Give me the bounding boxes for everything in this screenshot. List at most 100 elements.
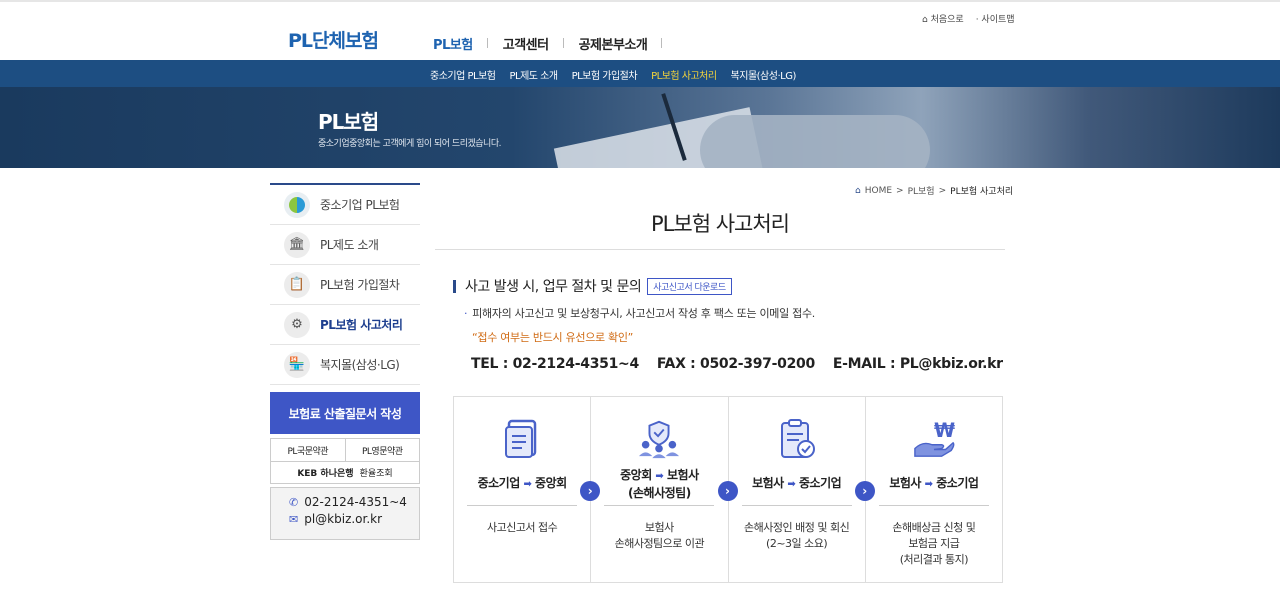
subnav-item-intro[interactable]: PL제도 소개 bbox=[509, 67, 558, 82]
won-hand-icon: ₩ bbox=[913, 417, 955, 461]
step-2: 중앙회 ➡ 보험사 (손해사정팀) 보험사 손해사정팀으로 이관 › bbox=[591, 397, 738, 582]
breadcrumb-current: PL보험 사고처리 bbox=[950, 187, 1014, 197]
step-heading: 중소기업 ➡ 중앙회 bbox=[477, 467, 568, 501]
step-heading: 보험사 ➡ 중소기업 bbox=[889, 467, 979, 501]
step-from: 보험사 bbox=[752, 476, 784, 490]
step-body: 손해배상금 신청 및보험금 지급 (처리결과 통지) bbox=[892, 520, 975, 568]
page-title: PL보험 사고처리 bbox=[651, 212, 790, 236]
procedure-description: · 피해자의 사고신고 및 보상청구시, 사고신고서 작성 후 팩스 또는 이메일… bbox=[464, 305, 815, 321]
step-body: 사고신고서 접수 bbox=[486, 520, 558, 536]
store-icon: 🏪 bbox=[284, 351, 310, 378]
section-bar bbox=[453, 279, 456, 293]
lnb-item-label: PL보험 사고처리 bbox=[320, 318, 403, 332]
step-body-line: 손해배상금 신청 및 bbox=[892, 521, 976, 534]
document-icon bbox=[501, 417, 543, 461]
breadcrumb-sep: > bbox=[896, 185, 904, 196]
step-body-line: (처리결과 통지) bbox=[899, 553, 969, 566]
gnb-item-about[interactable]: 공제본부소개 bbox=[564, 34, 663, 53]
subnav-item-mall[interactable]: 복지몰(삼성·LG) bbox=[731, 67, 797, 82]
bullet: · bbox=[464, 307, 468, 320]
step-body-line: 보험사 bbox=[644, 521, 674, 534]
step-from: 중소기업 bbox=[477, 476, 521, 490]
step-1: 중소기업 ➡ 중앙회 사고신고서 접수 › bbox=[454, 397, 601, 582]
confirm-note: “접수 여부는 반드시 유선으로 확인” bbox=[472, 331, 634, 344]
title-divider bbox=[435, 249, 1005, 250]
gear-icon: ⚙ bbox=[284, 311, 310, 338]
left-nav: 중소기업 PL보험 🏛 PL제도 소개 📋 PL보험 가입절차 ⚙ PL보험 사… bbox=[270, 183, 420, 385]
step-from: 중앙회 bbox=[620, 468, 652, 482]
terms-box: PL국문약관 PL영문약관 KEB 하나은행 환율조회 bbox=[270, 438, 420, 484]
home-link[interactable]: ⌂ 처음으로 bbox=[922, 12, 964, 25]
building-icon: 🏛 bbox=[284, 231, 310, 258]
exchange-rate-link[interactable]: KEB 하나은행 환율조회 bbox=[271, 461, 419, 483]
download-button[interactable]: 사고신고서 다운로드 bbox=[647, 277, 732, 295]
step-4: ₩ 보험사 ➡ 중소기업 손해배상금 신청 및보험금 지급 (처리결과 통지) bbox=[866, 397, 1002, 582]
step-divider bbox=[878, 505, 989, 506]
step-from: 보험사 bbox=[889, 476, 921, 490]
english-terms-link[interactable]: PL영문약관 bbox=[346, 439, 420, 461]
step-to: 보험사 bbox=[667, 468, 699, 482]
step-to: 중소기업 bbox=[936, 476, 979, 490]
lnb-item-label: 중소기업 PL보험 bbox=[320, 198, 400, 212]
lnb-item-sme[interactable]: 중소기업 PL보험 bbox=[270, 185, 420, 225]
step-heading: 중앙회 ➡ 보험사 (손해사정팀) bbox=[620, 467, 699, 501]
fax-text: FAX : 0502-397-0200 bbox=[656, 356, 815, 372]
hero-subtitle: 중소기업중앙회는 고객에게 힘이 되어 드리겠습니다. bbox=[318, 139, 501, 149]
arrow-icon: ➡ bbox=[655, 471, 664, 482]
subnav-item-sme[interactable]: 중소기업 PL보험 bbox=[430, 67, 496, 82]
step-body-line: (2~3일 소요) bbox=[766, 537, 828, 550]
next-step-icon: › bbox=[854, 481, 875, 501]
step-body-line: 사고신고서 접수 bbox=[486, 521, 558, 534]
step-to: 중소기업 bbox=[798, 476, 842, 490]
step-to: 중앙회 bbox=[535, 476, 567, 490]
mail-icon: ✉ bbox=[289, 512, 299, 526]
step-divider bbox=[741, 505, 852, 506]
section-heading: 사고 발생 시, 업무 절차 및 문의 사고신고서 다운로드 bbox=[453, 276, 732, 296]
process-steps: 중소기업 ➡ 중앙회 사고신고서 접수 › 중앙회 ➡ 보험사 (손해사정팀) 보… bbox=[453, 396, 1003, 583]
step-body: 손해사정인 배정 및 회신 (2~3일 소요) bbox=[744, 520, 850, 552]
arrow-icon: ➡ bbox=[924, 479, 933, 490]
contact-phone: 02-2124-4351~4 bbox=[304, 495, 407, 509]
section-title: 사고 발생 시, 업무 절차 및 문의 bbox=[465, 279, 642, 295]
lnb-item-label: PL보험 가입절차 bbox=[320, 278, 400, 292]
step-body-line: 보험금 지급 bbox=[908, 537, 960, 550]
breadcrumb-home[interactable]: HOME bbox=[865, 186, 892, 196]
gnb-item-customer[interactable]: 고객센터 bbox=[488, 34, 564, 53]
site-logo[interactable]: PL단체보험 bbox=[288, 26, 379, 53]
breadcrumb-pl[interactable]: PL보험 bbox=[908, 184, 935, 197]
svg-text:₩: ₩ bbox=[934, 419, 955, 442]
step-3: 보험사 ➡ 중소기업 손해사정인 배정 및 회신 (2~3일 소요) › bbox=[729, 397, 875, 582]
contact-box: ✆ 02-2124-4351~4 ✉ pl@kbiz.or.kr bbox=[270, 487, 420, 540]
lnb-item-intro[interactable]: 🏛 PL제도 소개 bbox=[270, 225, 420, 265]
arrow-icon: ➡ bbox=[523, 479, 532, 490]
global-nav: PL보험 고객센터 공제본부소개 bbox=[418, 34, 663, 53]
lnb-item-mall[interactable]: 🏪 복지몰(삼성·LG) bbox=[270, 345, 420, 385]
phone-icon: ✆ bbox=[289, 495, 299, 509]
korean-terms-link[interactable]: PL국문약관 bbox=[271, 439, 346, 461]
lnb-item-join[interactable]: 📋 PL보험 가입절차 bbox=[270, 265, 420, 305]
home-icon: ⌂ bbox=[855, 185, 861, 196]
premium-form-button[interactable]: 보험료 산출질문서 작성 bbox=[270, 392, 420, 434]
step-heading: 보험사 ➡ 중소기업 bbox=[752, 467, 842, 501]
step-divider bbox=[604, 505, 715, 506]
step-extra: (손해사정팀) bbox=[628, 486, 691, 500]
contact-email[interactable]: pl@kbiz.or.kr bbox=[304, 512, 382, 526]
step-body: 보험사손해사정팀으로 이관 bbox=[615, 520, 705, 552]
breadcrumb-sep: > bbox=[938, 185, 947, 196]
step-divider bbox=[467, 505, 578, 506]
sub-nav: 중소기업 PL보험 PL제도 소개 PL보험 가입절차 PL보험 사고처리 복지… bbox=[0, 60, 1280, 87]
lnb-item-claim[interactable]: ⚙ PL보험 사고처리 bbox=[270, 305, 420, 345]
logo-icon bbox=[284, 191, 310, 218]
step-body-line: 손해사정인 배정 및 회신 bbox=[744, 521, 850, 534]
hero-title: PL보험 bbox=[318, 110, 379, 134]
subnav-item-claim[interactable]: PL보험 사고처리 bbox=[651, 67, 717, 82]
gnb-item-pl[interactable]: PL보험 bbox=[418, 34, 488, 53]
sitemap-link[interactable]: · 사이트맵 bbox=[976, 12, 1015, 25]
top-bar: PL단체보험 PL보험 고객센터 공제본부소개 ⌂ 처음으로 · 사이트맵 bbox=[0, 0, 1280, 60]
utility-links: ⌂ 처음으로 · 사이트맵 bbox=[922, 12, 1015, 25]
description-text: 피해자의 사고신고 및 보상청구시, 사고신고서 작성 후 팩스 또는 이메일 … bbox=[472, 307, 815, 320]
clipboard-check-icon bbox=[776, 417, 818, 461]
step-body-line: 손해사정팀으로 이관 bbox=[614, 537, 705, 550]
hero-hand-image bbox=[700, 115, 930, 168]
subnav-item-join[interactable]: PL보험 가입절차 bbox=[572, 67, 638, 82]
